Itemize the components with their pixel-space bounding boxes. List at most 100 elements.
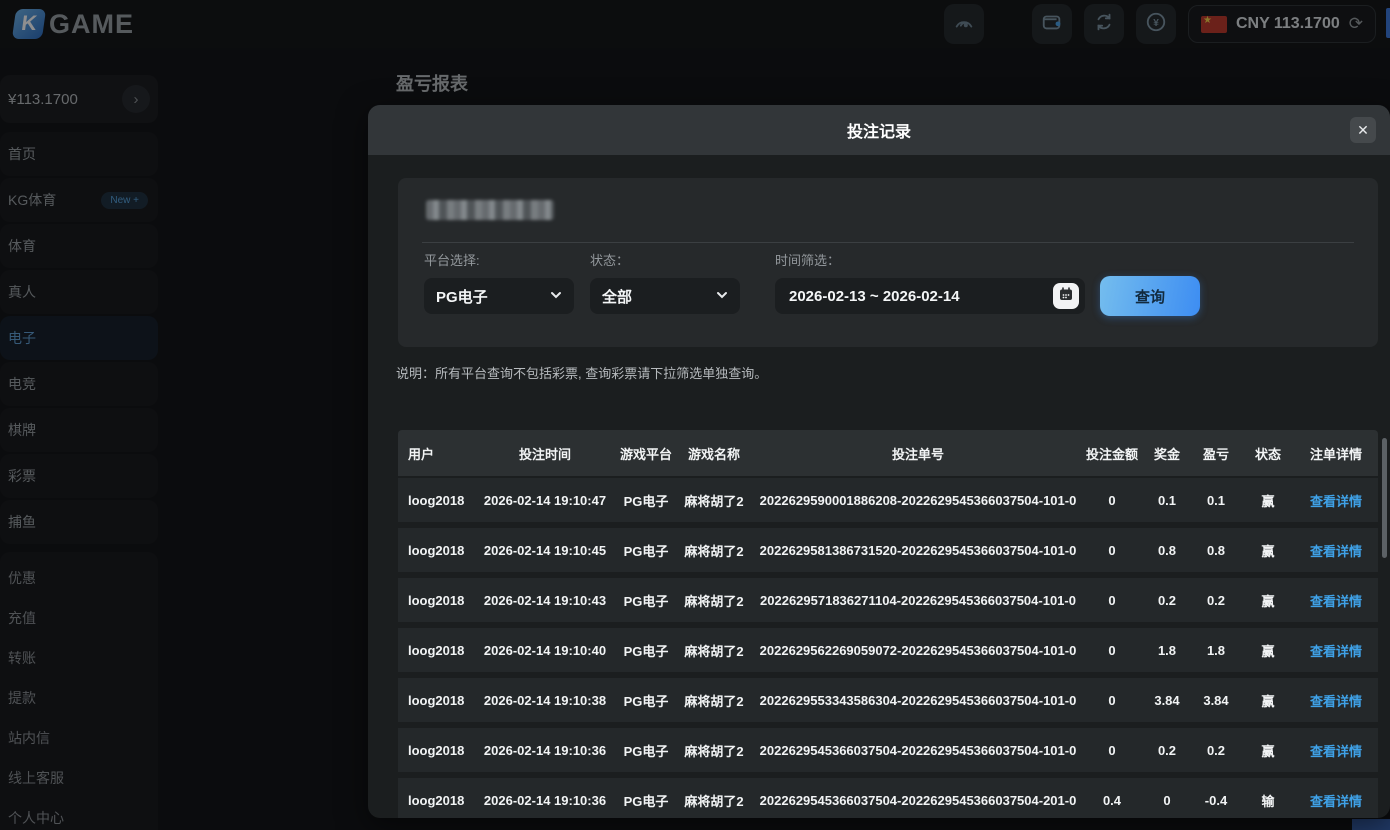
column-header-game-name: 游戏名称 xyxy=(672,444,756,463)
cell-bet-time: 2026-02-14 19:10:40 xyxy=(470,643,620,658)
table-row: loog20182026-02-14 19:10:36PG电子麻将胡了22022… xyxy=(398,728,1378,772)
cell-bonus: 0.2 xyxy=(1144,743,1190,758)
column-header-profit: 盈亏 xyxy=(1190,444,1242,463)
cell-status: 赢 xyxy=(1242,641,1294,660)
cell-bet-time: 2026-02-14 19:10:45 xyxy=(470,543,620,558)
blurred-username xyxy=(426,200,554,220)
cell-bet-amount: 0 xyxy=(1080,593,1144,608)
search-button[interactable]: 查询 xyxy=(1100,276,1200,316)
cell-status: 赢 xyxy=(1242,591,1294,610)
table-row: loog20182026-02-14 19:10:40PG电子麻将胡了22022… xyxy=(398,628,1378,672)
cell-user: loog2018 xyxy=(398,643,470,658)
cell-game-platform: PG电子 xyxy=(620,591,672,610)
cell-game-platform: PG电子 xyxy=(620,791,672,810)
cell-game-name: 麻将胡了2 xyxy=(672,541,756,560)
column-header-game-platform: 游戏平台 xyxy=(620,444,672,463)
column-header-bonus: 奖金 xyxy=(1144,444,1190,463)
cell-bonus: 1.8 xyxy=(1144,643,1190,658)
view-detail-link[interactable]: 查看详情 xyxy=(1294,591,1378,610)
table-row: loog20182026-02-14 19:10:43PG电子麻将胡了22022… xyxy=(398,578,1378,622)
cell-user: loog2018 xyxy=(398,693,470,708)
cell-profit: 3.84 xyxy=(1190,693,1242,708)
cell-bet-amount: 0 xyxy=(1080,493,1144,508)
table-row: loog20182026-02-14 19:10:47PG电子麻将胡了22022… xyxy=(398,478,1378,522)
cell-bet-amount: 0.4 xyxy=(1080,793,1144,808)
cell-game-platform: PG电子 xyxy=(620,641,672,660)
date-range-input[interactable]: 2026-02-13 ~ 2026-02-14 xyxy=(775,278,1085,314)
status-select[interactable]: 全部 xyxy=(590,278,740,314)
cell-bonus: 0.1 xyxy=(1144,493,1190,508)
column-header-bet-time: 投注时间 xyxy=(470,444,620,463)
column-header-user: 用户 xyxy=(398,444,470,463)
scrollbar-thumb[interactable] xyxy=(1382,438,1387,558)
view-detail-link[interactable]: 查看详情 xyxy=(1294,491,1378,510)
cell-game-platform: PG电子 xyxy=(620,541,672,560)
note-text: 说明：所有平台查询不包括彩票, 查询彩票请下拉筛选单独查询。 xyxy=(396,363,767,382)
time-label: 时间筛选： xyxy=(775,250,840,269)
cell-bonus: 0 xyxy=(1144,793,1190,808)
status-label: 状态： xyxy=(590,250,629,269)
cell-order-number: 2022629590001886208-2022629545366037504-… xyxy=(756,493,1080,508)
chevron-down-icon xyxy=(550,288,562,305)
platform-select-value: PG电子 xyxy=(436,286,488,307)
filter-card: 平台选择: 状态： 时间筛选： PG电子 全部 2026-02-13 ~ 202… xyxy=(398,178,1378,347)
cell-profit: 0.8 xyxy=(1190,543,1242,558)
cell-game-name: 麻将胡了2 xyxy=(672,741,756,760)
modal-header: 投注记录 ✕ xyxy=(368,105,1390,155)
column-header-status: 状态 xyxy=(1242,444,1294,463)
table-row: loog20182026-02-14 19:10:36PG电子麻将胡了22022… xyxy=(398,778,1378,818)
cell-bonus: 0.2 xyxy=(1144,593,1190,608)
cell-status: 赢 xyxy=(1242,741,1294,760)
calendar-icon xyxy=(1058,286,1074,306)
platform-label: 平台选择: xyxy=(424,250,480,269)
view-detail-link[interactable]: 查看详情 xyxy=(1294,541,1378,560)
view-detail-link[interactable]: 查看详情 xyxy=(1294,741,1378,760)
cell-order-number: 2022629581386731520-2022629545366037504-… xyxy=(756,543,1080,558)
cell-bet-time: 2026-02-14 19:10:47 xyxy=(470,493,620,508)
view-detail-link[interactable]: 查看详情 xyxy=(1294,641,1378,660)
cell-profit: -0.4 xyxy=(1190,793,1242,808)
table-row: loog20182026-02-14 19:10:45PG电子麻将胡了22022… xyxy=(398,528,1378,572)
cell-profit: 0.2 xyxy=(1190,593,1242,608)
table-header-row: 用户投注时间游戏平台游戏名称投注单号投注金额奖金盈亏状态注单详情 xyxy=(398,430,1378,476)
table-row: loog20182026-02-14 19:10:38PG电子麻将胡了22022… xyxy=(398,678,1378,722)
cell-bet-amount: 0 xyxy=(1080,643,1144,658)
status-select-value: 全部 xyxy=(602,286,632,307)
cell-order-number: 2022629553343586304-2022629545366037504-… xyxy=(756,693,1080,708)
cell-bet-amount: 0 xyxy=(1080,693,1144,708)
cell-bet-time: 2026-02-14 19:10:38 xyxy=(470,693,620,708)
cell-profit: 1.8 xyxy=(1190,643,1242,658)
divider xyxy=(422,242,1354,243)
cell-bet-amount: 0 xyxy=(1080,543,1144,558)
cell-game-platform: PG电子 xyxy=(620,691,672,710)
cell-order-number: 2022629545366037504-2022629545366037504-… xyxy=(756,743,1080,758)
cell-user: loog2018 xyxy=(398,543,470,558)
cell-bonus: 3.84 xyxy=(1144,693,1190,708)
cell-game-platform: PG电子 xyxy=(620,741,672,760)
cell-bonus: 0.8 xyxy=(1144,543,1190,558)
cell-order-number: 2022629545366037504-2022629545366037504-… xyxy=(756,793,1080,808)
bet-records-modal: 投注记录 ✕ 平台选择: 状态： 时间筛选： PG电子 全部 2026-02-1… xyxy=(368,105,1390,818)
bet-records-table: 用户投注时间游戏平台游戏名称投注单号投注金额奖金盈亏状态注单详情 loog201… xyxy=(398,430,1378,818)
view-detail-link[interactable]: 查看详情 xyxy=(1294,791,1378,810)
cell-bet-time: 2026-02-14 19:10:43 xyxy=(470,593,620,608)
cell-bet-time: 2026-02-14 19:10:36 xyxy=(470,743,620,758)
close-icon[interactable]: ✕ xyxy=(1350,117,1376,143)
modal-title: 投注记录 xyxy=(847,118,911,142)
cell-game-name: 麻将胡了2 xyxy=(672,691,756,710)
cell-order-number: 2022629571836271104-2022629545366037504-… xyxy=(756,593,1080,608)
cell-game-name: 麻将胡了2 xyxy=(672,791,756,810)
column-header-detail: 注单详情 xyxy=(1294,444,1378,463)
calendar-button[interactable] xyxy=(1053,283,1079,309)
view-detail-link[interactable]: 查看详情 xyxy=(1294,691,1378,710)
cell-bet-amount: 0 xyxy=(1080,743,1144,758)
platform-select[interactable]: PG电子 xyxy=(424,278,574,314)
cell-game-name: 麻将胡了2 xyxy=(672,641,756,660)
cell-user: loog2018 xyxy=(398,593,470,608)
cell-status: 赢 xyxy=(1242,541,1294,560)
cell-game-name: 麻将胡了2 xyxy=(672,491,756,510)
cell-user: loog2018 xyxy=(398,793,470,808)
cell-user: loog2018 xyxy=(398,493,470,508)
cell-status: 赢 xyxy=(1242,691,1294,710)
cell-status: 输 xyxy=(1242,791,1294,810)
